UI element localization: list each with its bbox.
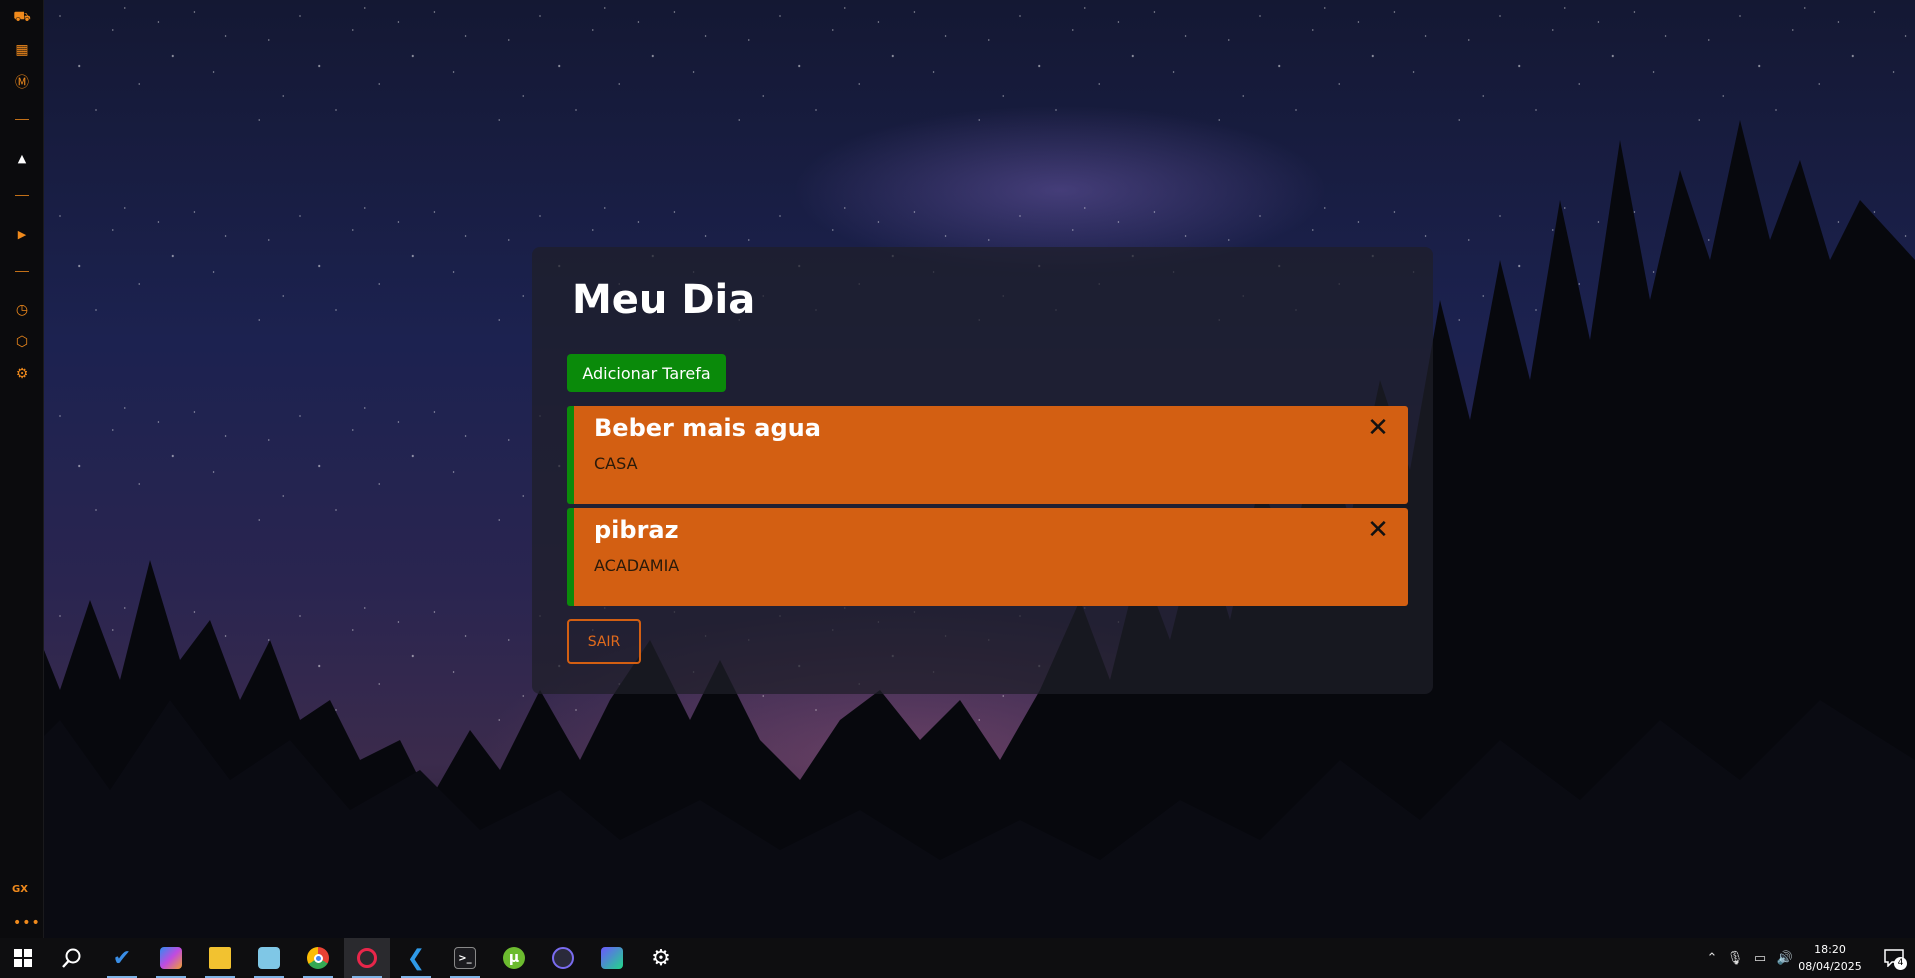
vscode-app[interactable]: ❮ [393, 938, 439, 978]
sidebar-divider [15, 271, 29, 272]
sidebar-item-4-icon[interactable]: ▲ [11, 147, 33, 169]
sidebar-item-7-icon[interactable]: ⬡ [11, 331, 33, 353]
notepad-app[interactable] [246, 938, 292, 978]
network-icon[interactable]: ▭ [1748, 938, 1772, 978]
sidebar-item-6-icon[interactable]: ◷ [11, 299, 33, 321]
sidebar-divider [15, 195, 29, 196]
notification-count: 4 [1894, 957, 1907, 970]
vscode-icon: ❮ [406, 945, 426, 971]
sidebar-item-8-icon[interactable]: ⚙ [11, 363, 33, 385]
task-item[interactable]: pibraz ACADAMIA ✕ [567, 508, 1408, 606]
task-title: pibraz [594, 516, 679, 544]
task-category: CASA [594, 454, 638, 473]
utorrent-icon: µ [503, 947, 525, 969]
clock-time: 18:20 [1814, 943, 1846, 956]
terminal-app[interactable]: >_ [442, 938, 488, 978]
search-icon [62, 948, 81, 968]
file-explorer-app[interactable] [197, 938, 243, 978]
copilot-app[interactable] [148, 938, 194, 978]
obs-app[interactable] [540, 938, 586, 978]
copilot-icon [160, 947, 182, 969]
opera-gx-app[interactable] [344, 938, 390, 978]
chrome-icon [307, 947, 329, 969]
gx-label[interactable]: GX [12, 884, 28, 895]
jetbrains-icon [601, 947, 623, 969]
utorrent-app[interactable]: µ [491, 938, 537, 978]
browser-sidebar: ⛟ ▦ Ⓜ ▲ ▶ ◷ ⬡ ⚙ GX ••• [0, 0, 44, 938]
obs-icon [552, 947, 574, 969]
terminal-icon: >_ [454, 947, 476, 969]
task-title: Beber mais agua [594, 414, 821, 442]
add-task-button[interactable]: Adicionar Tarefa [567, 354, 726, 392]
task-category: ACADAMIA [594, 556, 680, 575]
chrome-app[interactable] [295, 938, 341, 978]
notepad-icon [258, 947, 280, 969]
search-button[interactable] [49, 938, 95, 978]
more-icon[interactable]: ••• [13, 916, 41, 930]
checkmark-icon: ✔ [112, 945, 132, 971]
folder-icon [209, 947, 231, 969]
settings-app[interactable]: ⚙ [638, 938, 684, 978]
opera-gx-icon [357, 948, 377, 968]
page-title: Meu Dia [572, 277, 756, 323]
notification-button[interactable]: 4 [1879, 944, 1909, 972]
gear-icon: ⚙ [651, 945, 671, 971]
windows-icon [14, 949, 32, 967]
microphone-icon[interactable]: 🎙 [1724, 938, 1746, 978]
task-item[interactable]: Beber mais agua CASA ✕ [567, 406, 1408, 504]
sidebar-divider [15, 119, 29, 120]
my-day-card: Meu Dia Adicionar Tarefa Beber mais agua… [532, 247, 1433, 694]
todo-app[interactable]: ✔ [99, 938, 145, 978]
clock-date: 08/04/2025 [1798, 960, 1862, 973]
chevron-up-icon[interactable]: ⌃ [1701, 938, 1723, 978]
start-button[interactable] [0, 938, 46, 978]
jetbrains-app[interactable] [589, 938, 635, 978]
sidebar-item-1-icon[interactable]: ⛟ [11, 7, 33, 29]
taskbar: ✔ ❮ >_ µ ⚙ ⌃ 🎙 ▭ 🔊 18:20 08/04/2025 4 [0, 938, 1915, 978]
exit-button[interactable]: SAIR [567, 619, 641, 664]
sidebar-item-2-icon[interactable]: ▦ [11, 39, 33, 61]
system-clock[interactable]: 18:20 08/04/2025 [1795, 941, 1865, 975]
close-icon[interactable]: ✕ [1366, 415, 1390, 441]
sidebar-item-5-icon[interactable]: ▶ [11, 223, 33, 245]
sidebar-item-3-icon[interactable]: Ⓜ [11, 71, 33, 93]
volume-icon[interactable]: 🔊 [1773, 938, 1797, 978]
close-icon[interactable]: ✕ [1366, 517, 1390, 543]
